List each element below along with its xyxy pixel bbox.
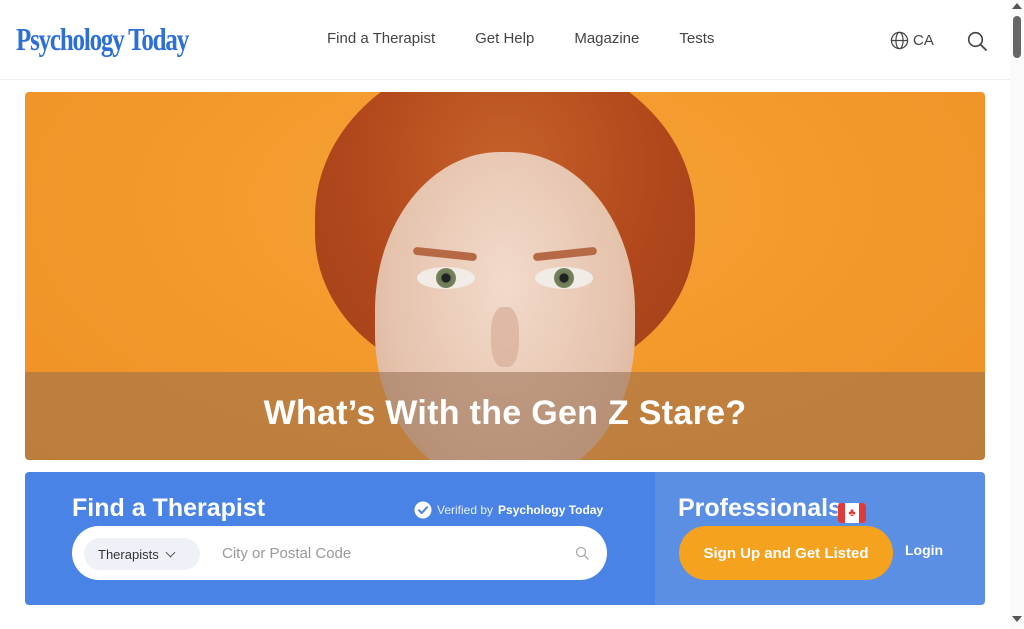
nav-tests[interactable]: Tests — [679, 30, 714, 47]
locale-label: CA — [913, 32, 934, 49]
search-icon[interactable] — [966, 30, 988, 52]
provider-type-select[interactable]: Therapists — [84, 538, 200, 570]
nav-magazine[interactable]: Magazine — [574, 30, 639, 47]
professionals-panel: Professionals ♣ Sign Up and Get Listed L… — [655, 472, 985, 605]
globe-icon — [890, 31, 909, 50]
hero-title[interactable]: What’s With the Gen Z Stare? — [25, 394, 985, 433]
location-input[interactable] — [222, 540, 552, 566]
psychology-today-logo[interactable]: Psychology Today — [16, 20, 237, 58]
scroll-down-arrow-icon[interactable] — [1012, 616, 1022, 622]
hero-feature-card[interactable]: What’s With the Gen Z Stare? — [25, 92, 985, 460]
find-therapist-panel: Find a Therapist Verified by Psychology … — [25, 472, 655, 605]
verified-badge: Verified by Psychology Today — [414, 501, 603, 519]
scroll-up-arrow-icon[interactable] — [1012, 3, 1022, 9]
finder-title: Find a Therapist — [72, 494, 266, 522]
search-submit-icon[interactable] — [575, 546, 589, 560]
chevron-down-icon — [165, 547, 176, 557]
canada-flag-icon: ♣ — [838, 503, 866, 523]
signup-button[interactable]: Sign Up and Get Listed — [679, 526, 893, 580]
login-link[interactable]: Login — [905, 542, 943, 558]
logo-text: Psychology Today — [16, 20, 189, 57]
site-header: Psychology Today Find a Therapist Get He… — [0, 0, 1010, 80]
verified-brand: Psychology Today — [498, 503, 604, 517]
provider-type-value: Therapists — [98, 546, 159, 562]
check-circle-icon — [414, 501, 432, 519]
page-scrollbar[interactable] — [1010, 0, 1024, 629]
scrollbar-thumb[interactable] — [1013, 16, 1021, 58]
nav-find-a-therapist[interactable]: Find a Therapist — [327, 30, 435, 47]
locale-selector[interactable]: CA — [890, 31, 934, 50]
professionals-title: Professionals — [678, 494, 842, 522]
verified-prefix: Verified by — [437, 503, 494, 517]
main-nav: Find a Therapist Get Help Magazine Tests — [327, 30, 754, 47]
therapist-search-box: Therapists — [72, 526, 607, 580]
nav-get-help[interactable]: Get Help — [475, 30, 534, 47]
